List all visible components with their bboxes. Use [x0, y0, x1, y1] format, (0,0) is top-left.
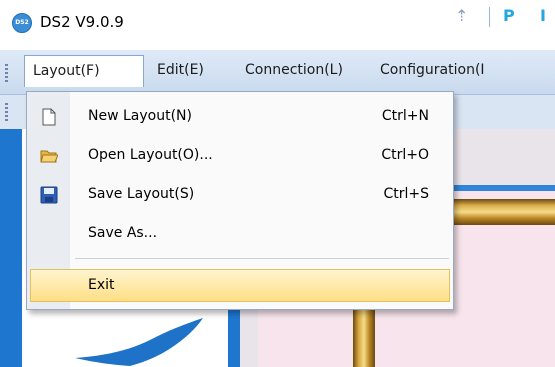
menu-configuration[interactable]: Configuration(I — [380, 62, 485, 78]
menu-item-shortcut: Ctrl+S — [383, 186, 429, 202]
menu-separator — [75, 258, 449, 259]
save-disk-icon — [40, 186, 58, 204]
title-bar: DS2 DS2 V9.0.9 — [0, 0, 555, 46]
menu-item-label: Save As... — [88, 225, 158, 241]
layout-menu-dropdown: New Layout(N) Ctrl+N Open Layout(O)... C… — [26, 91, 454, 310]
toolbar-arrow-icon[interactable]: ⇡ — [455, 6, 468, 25]
bird-image — [75, 318, 203, 366]
toolbar-grip-handle[interactable] — [5, 103, 8, 121]
menu-connection[interactable]: Connection(L) — [245, 62, 343, 78]
window-title: DS2 V9.0.9 — [40, 13, 124, 31]
menu-item-label: Open Layout(O)... — [88, 147, 213, 163]
menu-edit[interactable]: Edit(E) — [157, 62, 204, 78]
menu-item-new-layout[interactable]: New Layout(N) Ctrl+N — [27, 100, 453, 134]
toolbar-separator — [489, 7, 490, 27]
menu-item-label: Save Layout(S) — [88, 186, 195, 202]
menu-item-open-layout[interactable]: Open Layout(O)... Ctrl+O — [27, 139, 453, 173]
open-folder-icon — [40, 150, 58, 163]
menubar-grip-handle[interactable] — [5, 64, 8, 82]
menu-item-exit[interactable]: Exit — [30, 269, 450, 302]
menu-item-save-as[interactable]: Save As... — [27, 217, 453, 251]
menu-item-shortcut: Ctrl+N — [381, 108, 429, 124]
menu-item-label: Exit — [88, 277, 115, 293]
menu-bar: Layout(F) Edit(E) Connection(L) Configur… — [0, 50, 555, 95]
app-logo-icon: DS2 — [12, 13, 32, 33]
toolbar-i-button[interactable]: I — [540, 6, 546, 25]
new-document-icon — [42, 108, 56, 126]
menu-layout[interactable]: Layout(F) — [24, 55, 144, 87]
menu-item-label: New Layout(N) — [88, 108, 192, 124]
toolbar-p-button[interactable]: P — [503, 6, 515, 25]
menu-item-shortcut: Ctrl+O — [381, 147, 429, 163]
menu-item-save-layout[interactable]: Save Layout(S) Ctrl+S — [27, 178, 453, 212]
